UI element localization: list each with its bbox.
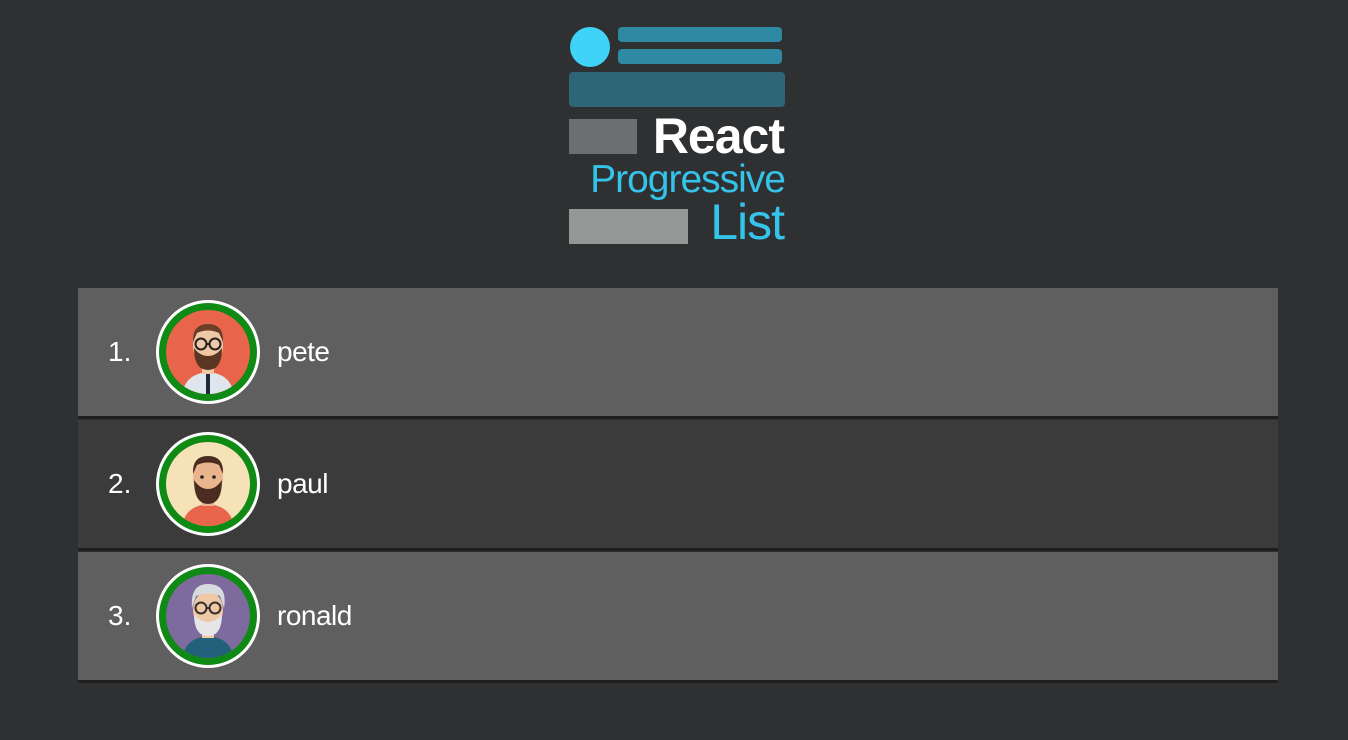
list-item[interactable]: 1. pete <box>78 288 1278 419</box>
list-item[interactable]: 2. paul <box>78 420 1278 551</box>
item-name: ronald <box>277 600 352 631</box>
logo-bar <box>569 209 688 244</box>
logo-bar <box>618 27 782 42</box>
item-number: 1. <box>108 336 132 367</box>
old-man-glasses-avatar-icon <box>156 564 260 668</box>
people-list: 1. pete 2. paul 3. ronald <box>78 288 1278 684</box>
bearded-man-avatar-icon <box>156 432 260 536</box>
item-name: pete <box>277 336 330 367</box>
logo-word-list: List <box>710 194 785 250</box>
logo-bar <box>569 72 785 107</box>
logo-word-react: React <box>652 108 785 164</box>
item-number: 2. <box>108 468 132 499</box>
react-progressive-list-logo: React Progressive List <box>568 26 788 250</box>
logo-bar <box>618 49 782 64</box>
list-item[interactable]: 3. ronald <box>78 552 1278 683</box>
item-number: 3. <box>108 600 132 631</box>
logo-bar <box>569 119 637 154</box>
item-name: paul <box>277 468 328 499</box>
bearded-man-glasses-avatar-icon <box>156 300 260 404</box>
logo-dot <box>570 27 610 67</box>
